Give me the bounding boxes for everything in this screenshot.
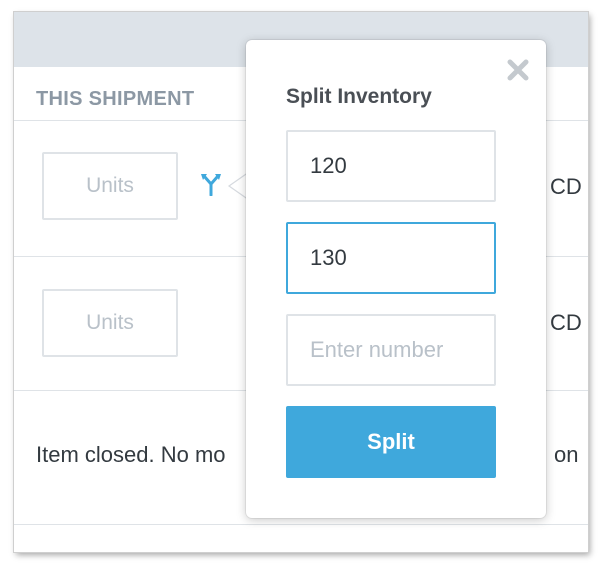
- units-placeholder: Units: [86, 311, 134, 334]
- split-inventory-popover: Split Inventory Split: [246, 40, 546, 518]
- row-trailing-text: CD: [550, 174, 582, 199]
- popover-title: Split Inventory: [286, 85, 432, 108]
- item-closed-message: Item closed. No mo: [36, 442, 226, 467]
- section-title: THIS SHIPMENT: [36, 88, 195, 110]
- row-trailing-text: CD: [550, 310, 582, 335]
- split-quantity-input-2[interactable]: [286, 222, 496, 294]
- close-icon[interactable]: [506, 58, 530, 82]
- split-button[interactable]: Split: [286, 406, 496, 478]
- split-arrows-icon[interactable]: [200, 172, 222, 196]
- split-quantity-input-3[interactable]: [286, 314, 496, 386]
- item-closed-message-tail: on: [554, 442, 579, 467]
- units-input[interactable]: Units: [42, 289, 178, 357]
- units-placeholder: Units: [86, 174, 134, 197]
- split-quantity-input-1[interactable]: [286, 130, 496, 202]
- divider: [14, 524, 588, 525]
- units-input[interactable]: Units: [42, 152, 178, 220]
